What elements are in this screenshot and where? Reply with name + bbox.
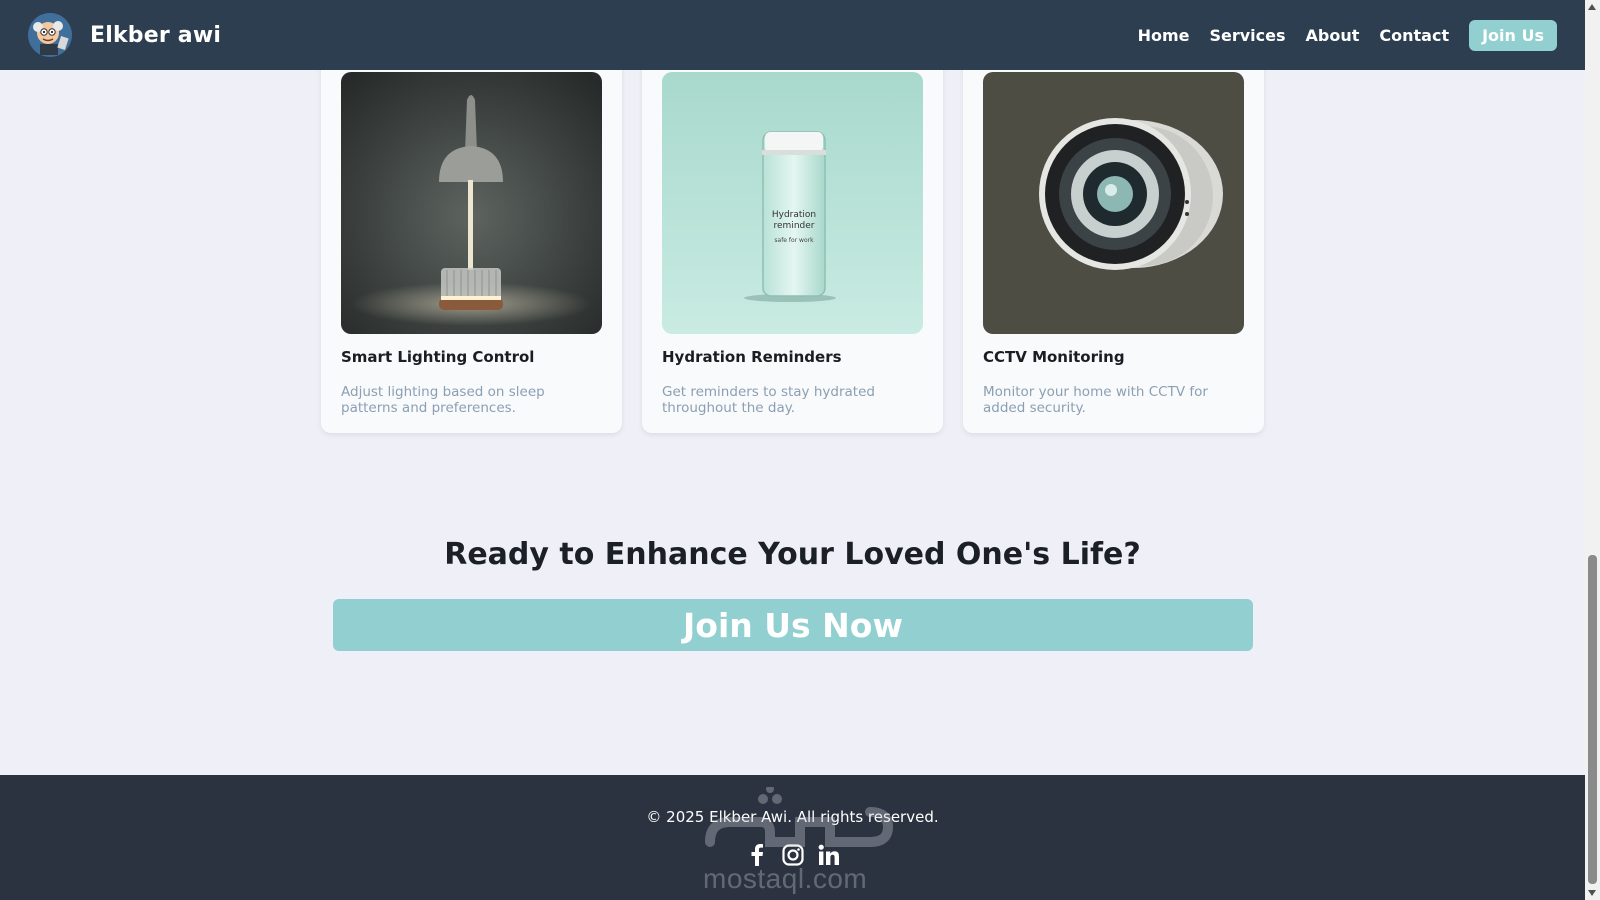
scroll-up-icon[interactable] bbox=[1588, 4, 1596, 10]
scroll-thumb[interactable] bbox=[1588, 555, 1597, 884]
nav-services-link[interactable]: Services bbox=[1209, 26, 1285, 45]
nav-menu: Home Services About Contact Join Us bbox=[1138, 19, 1557, 51]
copyright-text: © 2025 Elkber Awi. All rights reserved. bbox=[646, 808, 939, 826]
service-card[interactable]: CCTV Monitoring Monitor your home with C… bbox=[963, 40, 1264, 433]
bottle-label-line1: Hydration bbox=[772, 210, 816, 220]
nav-home-link[interactable]: Home bbox=[1138, 26, 1190, 45]
cta-heading: Ready to Enhance Your Loved One's Life? bbox=[444, 537, 1141, 572]
water-bottle-image: Hydration reminder safe for work bbox=[662, 72, 923, 334]
bottle-label-line2: reminder bbox=[774, 221, 815, 231]
lamp-image bbox=[341, 72, 602, 334]
brand-name[interactable]: Elkber awi bbox=[90, 23, 221, 48]
join-us-now-button[interactable]: Join Us Now bbox=[333, 599, 1253, 651]
service-card[interactable]: Hydration reminder safe for work Hydrati… bbox=[642, 40, 943, 433]
instagram-icon[interactable] bbox=[781, 843, 804, 867]
service-title: CCTV Monitoring bbox=[983, 348, 1125, 366]
facebook-icon[interactable] bbox=[746, 843, 768, 867]
watermark: mostaql.com bbox=[700, 785, 900, 897]
watermark-text: mostaql.com bbox=[703, 863, 868, 894]
cctv-camera-image bbox=[983, 72, 1244, 334]
footer: © 2025 Elkber Awi. All rights reserved. bbox=[0, 775, 1585, 900]
scroll-down-icon[interactable] bbox=[1588, 890, 1596, 896]
service-description: Adjust lighting based on sleep patterns … bbox=[341, 384, 545, 416]
cartoon-elder-icon bbox=[28, 13, 72, 57]
services-section: Smart Lighting Control Adjust lighting b… bbox=[321, 40, 1264, 433]
nav-contact-link[interactable]: Contact bbox=[1379, 26, 1449, 45]
bottle-label-line3: safe for work bbox=[774, 237, 814, 244]
service-description: Monitor your home with CCTV for added se… bbox=[983, 384, 1208, 416]
linkedin-icon[interactable] bbox=[818, 843, 840, 867]
service-title: Smart Lighting Control bbox=[341, 348, 535, 366]
logo-icon[interactable] bbox=[28, 13, 72, 57]
top-navbar: Elkber awi Home Services About Contact J… bbox=[0, 0, 1585, 70]
social-links bbox=[0, 843, 1585, 867]
service-card[interactable]: Smart Lighting Control Adjust lighting b… bbox=[321, 40, 622, 433]
service-title: Hydration Reminders bbox=[662, 348, 842, 366]
vertical-scrollbar[interactable] bbox=[1585, 0, 1600, 900]
nav-about-link[interactable]: About bbox=[1306, 26, 1360, 45]
join-us-button[interactable]: Join Us bbox=[1469, 19, 1557, 51]
service-description: Get reminders to stay hydrated throughou… bbox=[662, 384, 875, 416]
